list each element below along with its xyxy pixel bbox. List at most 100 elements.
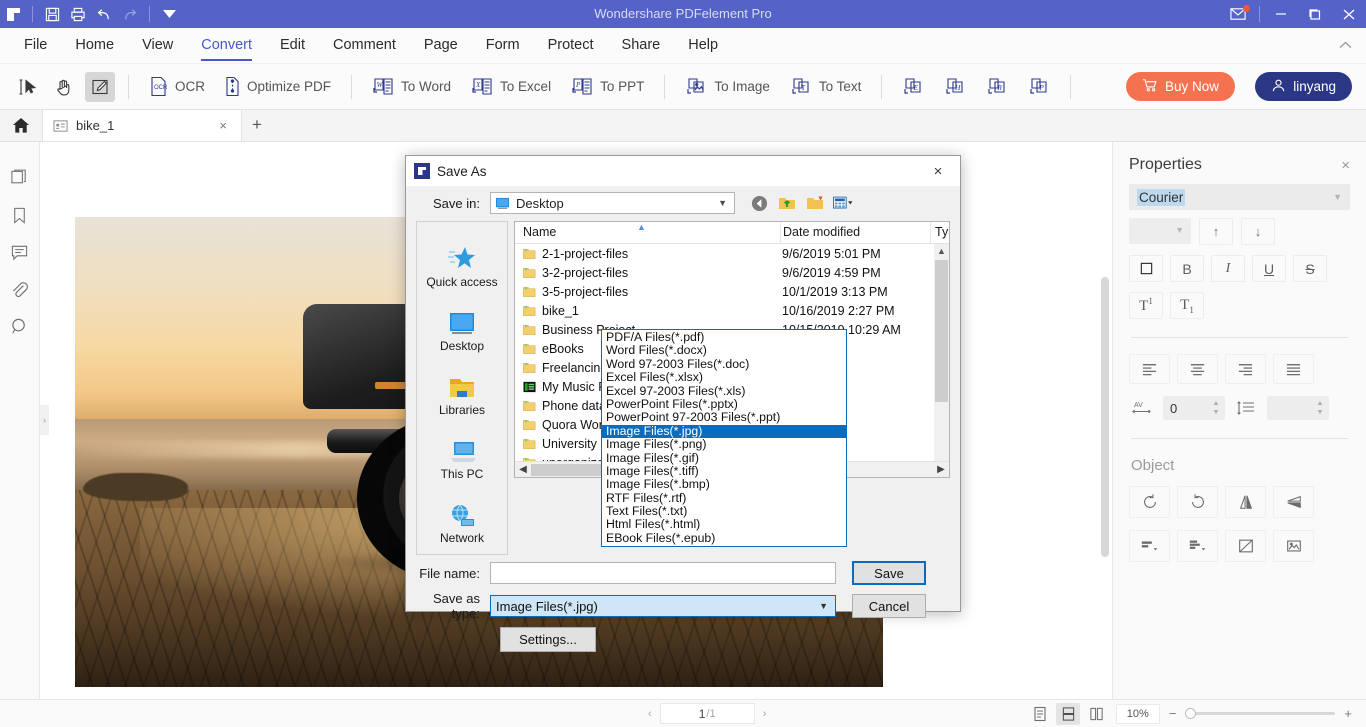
- replace-image-icon[interactable]: [1273, 530, 1314, 562]
- buy-now-button[interactable]: Buy Now: [1125, 72, 1235, 101]
- menu-protect[interactable]: Protect: [534, 28, 608, 64]
- dropdown-option[interactable]: Word Files(*.docx): [602, 343, 846, 357]
- home-icon[interactable]: [0, 109, 42, 141]
- spinner-arrows[interactable]: ▲ ▼: [1311, 396, 1329, 420]
- menu-comment[interactable]: Comment: [319, 28, 410, 64]
- dropdown-option[interactable]: EBook Files(*.epub): [602, 531, 846, 545]
- dropdown-option[interactable]: Image Files(*.png): [602, 437, 846, 451]
- zoom-slider-knob[interactable]: [1185, 708, 1197, 719]
- undo-icon[interactable]: [91, 0, 117, 28]
- bold-button[interactable]: B: [1170, 255, 1204, 282]
- sidebar-expand-handle[interactable]: ›: [40, 405, 49, 435]
- single-page-view-button[interactable]: [1028, 703, 1052, 725]
- to-image-button[interactable]: To Image: [677, 71, 778, 103]
- table-row[interactable]: 3-2-project-files 9/6/2019 4:59 PM Fil: [515, 263, 949, 282]
- dialog-close-icon[interactable]: ×: [924, 163, 952, 180]
- select-tool-icon[interactable]: [13, 72, 43, 102]
- font-family-select[interactable]: Courier ▼: [1129, 184, 1350, 210]
- increase-font-size-button[interactable]: ↑: [1199, 218, 1233, 245]
- hand-tool-icon[interactable]: [49, 72, 79, 102]
- to-html-button[interactable]: H: [936, 71, 974, 103]
- settings-button[interactable]: Settings...: [500, 627, 596, 652]
- dropdown-option[interactable]: Word 97-2003 Files(*.doc): [602, 357, 846, 371]
- font-color-button[interactable]: [1129, 255, 1163, 282]
- table-row[interactable]: bike_1 10/16/2019 2:27 PM Fil: [515, 301, 949, 320]
- to-word-button[interactable]: W To Word: [364, 71, 459, 103]
- file-name-input[interactable]: [490, 562, 836, 584]
- document-tab-bike_1[interactable]: bike_1 ×: [42, 109, 242, 141]
- next-page-button[interactable]: ›: [755, 708, 775, 720]
- zoom-level-value[interactable]: 10%: [1115, 703, 1160, 724]
- dropdown-option[interactable]: Excel Files(*.xlsx): [602, 370, 846, 384]
- column-header-date[interactable]: Date modified: [780, 222, 930, 243]
- font-size-select[interactable]: ▼: [1129, 218, 1191, 244]
- comment-icon[interactable]: [5, 234, 35, 271]
- dropdown-option[interactable]: Excel 97-2003 Files(*.xls): [602, 384, 846, 398]
- menu-form[interactable]: Form: [472, 28, 534, 64]
- zoom-slider[interactable]: [1185, 708, 1336, 719]
- save-in-combobox[interactable]: Desktop ▼: [490, 192, 735, 214]
- place-quick-access[interactable]: Quick access: [416, 234, 508, 298]
- redo-icon[interactable]: [117, 0, 143, 28]
- minimize-icon[interactable]: [1264, 0, 1298, 28]
- scroll-left-icon[interactable]: ◀: [515, 464, 531, 475]
- search-icon[interactable]: [5, 308, 35, 345]
- subscript-button[interactable]: T1: [1170, 292, 1204, 319]
- superscript-button[interactable]: T1: [1129, 292, 1163, 319]
- save-button[interactable]: Save: [852, 561, 926, 585]
- menu-edit[interactable]: Edit: [266, 28, 319, 64]
- align-right-button[interactable]: [1225, 354, 1266, 384]
- underline-button[interactable]: U: [1252, 255, 1286, 282]
- mail-icon[interactable]: [1221, 0, 1255, 28]
- user-account-button[interactable]: linyang: [1255, 72, 1352, 101]
- save-as-type-dropdown-list[interactable]: PDF/A Files(*.pdf) Word Files(*.docx) Wo…: [601, 329, 847, 548]
- cancel-button[interactable]: Cancel: [852, 594, 926, 618]
- menu-page[interactable]: Page: [410, 28, 472, 64]
- character-spacing-input[interactable]: 0 ▲ ▼: [1163, 396, 1225, 420]
- place-this-pc[interactable]: This PC: [416, 426, 508, 490]
- flip-horizontal-icon[interactable]: [1225, 486, 1266, 518]
- dropdown-option[interactable]: Text Files(*.txt): [602, 504, 846, 518]
- to-text-button[interactable]: T To Text: [782, 71, 870, 103]
- dropdown-option[interactable]: PowerPoint 97-2003 Files(*.ppt): [602, 410, 846, 424]
- save-icon[interactable]: [39, 0, 65, 28]
- file-list-scroll-thumb[interactable]: [935, 260, 948, 402]
- crop-icon[interactable]: [1225, 530, 1266, 562]
- distribute-objects-menu-icon[interactable]: [1177, 530, 1218, 562]
- to-excel-button[interactable]: X To Excel: [463, 71, 559, 103]
- collapse-ribbon-icon[interactable]: [1339, 38, 1352, 52]
- column-header-type[interactable]: Ty: [930, 222, 949, 243]
- continuous-view-button[interactable]: [1056, 702, 1080, 725]
- rotate-left-icon[interactable]: [1129, 486, 1170, 518]
- dropdown-option[interactable]: PowerPoint Files(*.pptx): [602, 397, 846, 411]
- line-spacing-input[interactable]: ▲ ▼: [1267, 396, 1329, 420]
- previous-page-button[interactable]: ‹: [640, 708, 660, 720]
- italic-button[interactable]: I: [1211, 255, 1245, 282]
- dropdown-option[interactable]: RTF Files(*.rtf): [602, 491, 846, 505]
- optimize-pdf-button[interactable]: Optimize PDF: [217, 71, 339, 103]
- table-row[interactable]: 3-5-project-files 10/1/2019 3:13 PM Fil: [515, 282, 949, 301]
- scroll-right-icon[interactable]: ▶: [933, 464, 949, 475]
- close-icon[interactable]: [1332, 0, 1366, 28]
- to-epub-button[interactable]: E: [894, 71, 932, 103]
- align-objects-menu-icon[interactable]: [1129, 530, 1170, 562]
- rotate-right-icon[interactable]: [1177, 486, 1218, 518]
- to-ppt-button[interactable]: P To PPT: [563, 71, 652, 103]
- new-folder-icon[interactable]: [805, 193, 825, 213]
- bookmark-icon[interactable]: [5, 197, 35, 234]
- menu-view[interactable]: View: [128, 28, 187, 64]
- attachment-icon[interactable]: [5, 271, 35, 308]
- facing-view-button[interactable]: [1084, 703, 1108, 725]
- zoom-out-button[interactable]: −: [1169, 706, 1177, 721]
- align-justify-button[interactable]: [1273, 354, 1314, 384]
- restore-icon[interactable]: [1298, 0, 1332, 28]
- save-as-type-combobox[interactable]: Image Files(*.jpg) ▼: [490, 595, 836, 617]
- menu-file[interactable]: File: [10, 28, 61, 64]
- flip-vertical-icon[interactable]: [1273, 486, 1314, 518]
- thumbnails-icon[interactable]: [5, 160, 35, 197]
- place-desktop[interactable]: Desktop: [416, 298, 508, 362]
- dropdown-option[interactable]: Image Files(*.bmp): [602, 477, 846, 491]
- to-pdfa-button[interactable]: P: [1020, 71, 1058, 103]
- dropdown-option[interactable]: Image Files(*.tiff): [602, 464, 846, 478]
- scroll-up-icon[interactable]: ▲: [937, 244, 946, 258]
